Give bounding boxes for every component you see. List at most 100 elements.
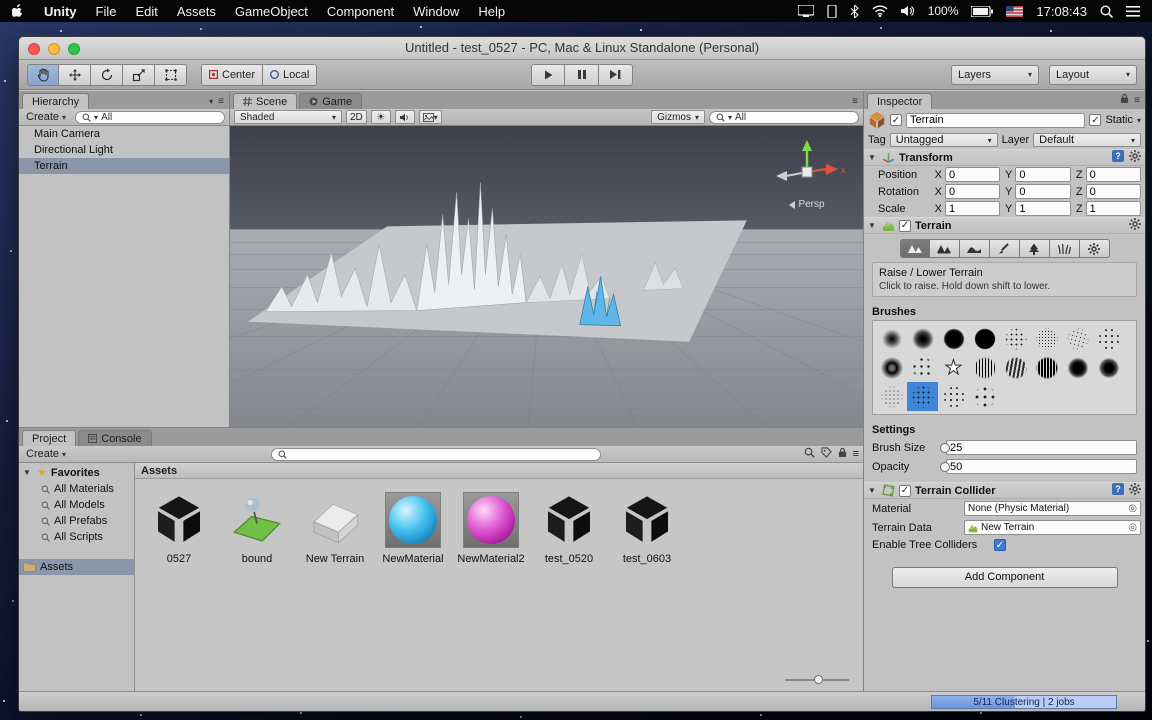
menubar-clock[interactable]: 17:08:43 (1036, 4, 1087, 19)
wifi-icon[interactable] (872, 5, 888, 17)
physic-material-field[interactable]: None (Physic Material) ◎ (964, 501, 1141, 516)
zoom-slider-knob[interactable] (814, 675, 823, 684)
project-search-input[interactable] (271, 448, 601, 461)
brush-item[interactable] (938, 382, 969, 411)
asset-item[interactable]: 0527 (141, 491, 217, 565)
foldout-icon[interactable]: ▼ (868, 486, 878, 495)
brush-size-field[interactable] (946, 440, 1137, 455)
asset-item[interactable]: bound (219, 491, 295, 565)
tab-project[interactable]: Project (22, 430, 76, 446)
asset-item[interactable]: NewMaterial (375, 491, 451, 565)
asset-item[interactable]: NewMaterial2 (453, 491, 529, 565)
hierarchy-item-main-camera[interactable]: Main Camera (19, 126, 229, 142)
scale-z-field[interactable] (1086, 201, 1141, 216)
raise-lower-terrain-tool[interactable] (900, 239, 930, 258)
2d-toggle-button[interactable]: 2D (346, 110, 367, 124)
menu-help[interactable]: Help (478, 4, 505, 19)
pivot-mode-button[interactable]: Center (201, 64, 263, 86)
paint-details-tool[interactable] (1050, 239, 1080, 258)
gameobject-name-field[interactable] (906, 113, 1085, 128)
brush-item[interactable] (1093, 353, 1124, 382)
background-task-progress[interactable]: 5/11 Clustering | 2 jobs (931, 695, 1117, 709)
tab-hierarchy[interactable]: Hierarchy (22, 93, 89, 109)
help-icon[interactable]: ? (1112, 150, 1124, 165)
static-dropdown-icon[interactable]: ▾ (1137, 116, 1141, 125)
hierarchy-dropdown-icon[interactable]: ▾ (209, 97, 213, 106)
asset-item[interactable]: test_0603 (609, 491, 685, 565)
window-titlebar[interactable]: Untitled - test_0527 - PC, Mac & Linux S… (19, 37, 1145, 60)
brush-item[interactable] (876, 382, 907, 411)
layout-dropdown[interactable]: Layout▾ (1049, 65, 1137, 85)
tab-game[interactable]: Game (299, 93, 362, 109)
hierarchy-search-input[interactable]: ▾ All (75, 111, 225, 124)
brush-item[interactable]: ★ (938, 353, 969, 382)
terrain-component-header[interactable]: ▼ ✓ Terrain (864, 217, 1145, 234)
opacity-knob[interactable] (940, 462, 950, 472)
favorite-all-models[interactable]: All Models (19, 497, 134, 513)
position-x-field[interactable] (945, 167, 1000, 182)
gear-icon[interactable] (1129, 483, 1141, 498)
assets-breadcrumb[interactable]: Assets (135, 463, 863, 479)
brush-item[interactable] (1093, 324, 1124, 353)
rect-tool-button[interactable] (155, 64, 187, 86)
volume-icon[interactable] (901, 5, 915, 17)
brush-item[interactable] (1031, 324, 1062, 353)
search-by-label-icon[interactable] (821, 447, 832, 461)
brush-item[interactable] (1000, 353, 1031, 382)
place-trees-tool[interactable] (1020, 239, 1050, 258)
project-create-button[interactable]: Create▾ (23, 448, 69, 460)
move-tool-button[interactable] (59, 64, 91, 86)
draw-mode-dropdown[interactable]: Shaded▾ (234, 110, 342, 124)
play-button[interactable] (531, 64, 565, 86)
foldout-icon[interactable]: ▼ (23, 465, 33, 481)
add-component-button[interactable]: Add Component (892, 567, 1118, 588)
pivot-rotation-button[interactable]: Local (263, 64, 317, 86)
static-checkbox[interactable]: ✓ (1089, 114, 1101, 126)
hierarchy-menu-icon[interactable]: ≡ (218, 96, 224, 107)
pause-button[interactable] (565, 64, 599, 86)
brush-size-knob[interactable] (940, 443, 950, 453)
project-menu-icon[interactable]: ≡ (853, 448, 859, 460)
menu-window[interactable]: Window (413, 4, 459, 19)
rotation-x-field[interactable] (945, 184, 1000, 199)
brush-item[interactable] (1000, 324, 1031, 353)
asset-zoom-slider[interactable] (785, 675, 849, 685)
brush-item[interactable] (969, 353, 1000, 382)
notification-center-icon[interactable] (1126, 6, 1140, 17)
brush-item[interactable] (907, 324, 938, 353)
search-filter-dropdown-icon[interactable]: ▾ (94, 113, 98, 122)
display-mirroring-icon[interactable] (798, 5, 814, 17)
paint-texture-tool[interactable] (990, 239, 1020, 258)
tag-dropdown[interactable]: Untagged▾ (890, 133, 998, 147)
terrain-collider-header[interactable]: ▼ ✓ Terrain Collider ? (864, 482, 1145, 499)
tab-inspector[interactable]: Inspector (867, 93, 932, 109)
brush-item[interactable] (876, 353, 907, 382)
foldout-icon[interactable]: ▼ (868, 221, 878, 230)
menu-file[interactable]: File (96, 4, 117, 19)
lock-icon[interactable] (1120, 93, 1129, 107)
gameobject-active-checkbox[interactable]: ✓ (890, 114, 902, 126)
gear-icon[interactable] (1129, 218, 1141, 233)
close-window-button[interactable] (28, 43, 40, 55)
menu-component[interactable]: Component (327, 4, 394, 19)
perspective-label[interactable]: Persp (769, 199, 845, 210)
scene-search-input[interactable]: ▾ All (709, 111, 859, 124)
brush-item[interactable] (1062, 353, 1093, 382)
brush-item[interactable] (969, 324, 1000, 353)
asset-item[interactable]: New Terrain (297, 491, 373, 565)
foldout-icon[interactable]: ▼ (868, 153, 878, 162)
brush-item[interactable] (1062, 324, 1093, 353)
scene-orientation-gizmo[interactable]: x Persp (769, 138, 845, 210)
scene-lighting-toggle[interactable]: ☀ (371, 110, 391, 124)
collider-enabled-checkbox[interactable]: ✓ (899, 485, 911, 497)
brush-item-selected[interactable] (907, 382, 938, 411)
object-picker-icon[interactable]: ◎ (1128, 503, 1137, 514)
terrain-data-field[interactable]: New Terrain ◎ (964, 520, 1141, 535)
gear-icon[interactable] (1129, 150, 1141, 165)
bluetooth-icon[interactable] (850, 5, 859, 18)
search-by-type-icon[interactable] (804, 447, 815, 461)
spotlight-search-icon[interactable] (1100, 5, 1113, 18)
brush-item[interactable] (938, 324, 969, 353)
rotate-tool-button[interactable] (91, 64, 123, 86)
favorites-root[interactable]: ▼ ★ Favorites (19, 465, 134, 481)
